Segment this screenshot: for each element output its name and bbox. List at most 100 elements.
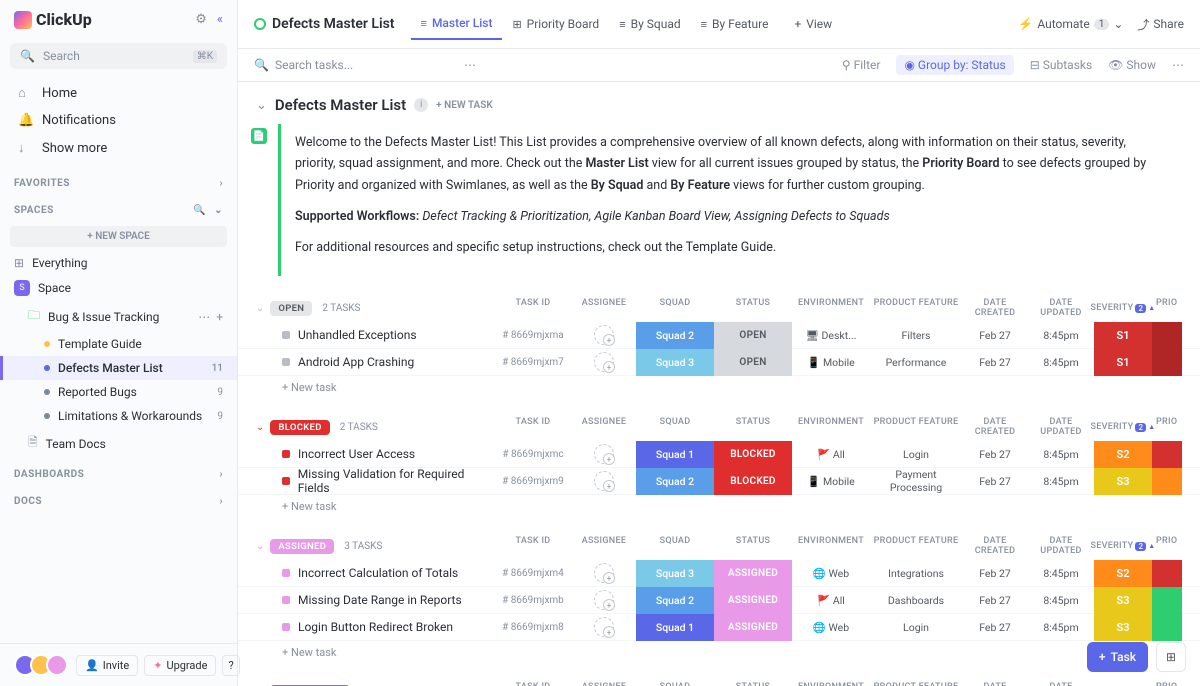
search-spaces-icon[interactable]: 🔍 [193, 205, 206, 216]
search-input[interactable]: 🔍 Search ⌘K [10, 43, 227, 69]
view-tab[interactable]: ≡By Squad [609, 8, 690, 40]
priority-cell[interactable] [1152, 614, 1182, 641]
more-icon[interactable]: ⋯ [198, 310, 210, 324]
assignee-cell[interactable] [572, 441, 636, 468]
share-button[interactable]: ⤴ Share [1137, 16, 1184, 33]
sidebar-list-item[interactable]: Limitations & Workarounds9 [0, 404, 237, 428]
environment-cell[interactable]: 📱 Mobile [792, 468, 870, 495]
feature-cell[interactable]: Performance [870, 349, 962, 376]
subtasks-button[interactable]: ⊟ Subtasks [1030, 58, 1092, 72]
squad-cell[interactable]: Squad 3 [636, 349, 714, 376]
sidebar-folder[interactable]: 🗀 Bug & Issue Tracking ⋯ + [0, 301, 237, 332]
groupby-button[interactable]: ◉ Group by: Status [896, 55, 1013, 75]
severity-cell[interactable]: S2 [1094, 560, 1152, 587]
environment-cell[interactable]: 🚩 All [792, 441, 870, 468]
new-space-button[interactable]: + NEW SPACE [10, 226, 227, 247]
severity-cell[interactable]: S1 [1094, 349, 1152, 376]
severity-cell[interactable]: S3 [1094, 468, 1152, 495]
task-row[interactable]: Incorrect Calculation of Totals # 8669mj… [238, 560, 1200, 587]
squad-cell[interactable]: Squad 3 [636, 560, 714, 587]
info-icon[interactable]: i [414, 98, 428, 112]
feature-cell[interactable]: Payment Processing [870, 468, 962, 495]
chevron-down-icon[interactable]: ⌄ [214, 205, 223, 216]
environment-cell[interactable]: 📱 Mobile [792, 349, 870, 376]
assignee-cell[interactable] [572, 587, 636, 614]
dashboards-section[interactable]: DASHBOARDS › [0, 459, 237, 486]
priority-cell[interactable] [1152, 349, 1182, 376]
sidebar-space[interactable]: S Space [0, 275, 237, 301]
collapse-sidebar-icon[interactable]: « [217, 12, 223, 27]
filter-button[interactable]: ⚲ Filter [842, 58, 881, 72]
feature-cell[interactable]: Filters [870, 322, 962, 349]
upgrade-button[interactable]: ✦Upgrade [144, 655, 216, 676]
avatar-stack[interactable] [14, 654, 68, 676]
environment-cell[interactable]: 🌐 Web [792, 560, 870, 587]
task-row[interactable]: Android App Crashing # 8669mjxm7 Squad 3… [238, 349, 1200, 376]
docs-section[interactable]: DOCS › [0, 486, 237, 513]
feature-cell[interactable]: Login [870, 441, 962, 468]
environment-cell[interactable]: 🖥 Deskt... [792, 322, 870, 349]
spaces-section[interactable]: SPACES 🔍 ⌄ [0, 195, 237, 222]
add-view-button[interactable]: +View [784, 9, 842, 39]
sidebar-nav-item[interactable]: ⌂Home [0, 79, 237, 107]
search-tasks-input[interactable]: 🔍 Search tasks... [254, 58, 454, 72]
collapse-group-icon[interactable]: ⌄ [256, 303, 264, 314]
severity-cell[interactable]: S3 [1094, 614, 1152, 641]
priority-cell[interactable] [1152, 468, 1182, 495]
view-tab[interactable]: ≡Master List [411, 8, 503, 40]
logo[interactable]: ClickUp [14, 10, 92, 29]
collapse-group-icon[interactable]: ⌄ [256, 422, 264, 433]
sidebar-list-item[interactable]: Template Guide [0, 332, 237, 356]
new-task-row[interactable]: + New task [238, 495, 1200, 518]
apps-fab[interactable]: ⊞ [1156, 642, 1186, 672]
environment-cell[interactable]: 🚩 All [792, 587, 870, 614]
status-cell[interactable]: OPEN [714, 322, 792, 349]
more-icon[interactable]: ⋯ [464, 58, 476, 72]
feature-cell[interactable]: Login [870, 614, 962, 641]
assignee-cell[interactable] [572, 468, 636, 495]
status-cell[interactable]: ASSIGNED [714, 614, 792, 641]
sidebar-everything[interactable]: ⊞ Everything [0, 251, 237, 275]
status-cell[interactable]: BLOCKED [714, 468, 792, 495]
sidebar-nav-item[interactable]: ↓Show more [0, 134, 237, 162]
status-cell[interactable]: ASSIGNED [714, 587, 792, 614]
assignee-cell[interactable] [572, 614, 636, 641]
task-row[interactable]: Login Button Redirect Broken # 8669mjxm8… [238, 614, 1200, 641]
severity-cell[interactable]: S2 [1094, 441, 1152, 468]
squad-cell[interactable]: Squad 2 [636, 322, 714, 349]
invite-button[interactable]: 👤Invite [76, 655, 138, 676]
collapse-icon[interactable]: ⌄ [256, 98, 267, 113]
feature-cell[interactable]: Integrations [870, 560, 962, 587]
new-task-row[interactable]: + New task [238, 641, 1200, 664]
status-cell[interactable]: OPEN [714, 349, 792, 376]
task-row[interactable]: Unhandled Exceptions # 8669mjxma Squad 2… [238, 322, 1200, 349]
priority-cell[interactable] [1152, 441, 1182, 468]
view-tab[interactable]: ⊞Priority Board [502, 8, 609, 40]
priority-cell[interactable] [1152, 560, 1182, 587]
status-cell[interactable]: ASSIGNED [714, 560, 792, 587]
sidebar-list-item[interactable]: Reported Bugs9 [0, 380, 237, 404]
new-task-button[interactable]: + NEW TASK [436, 100, 493, 111]
view-tab[interactable]: ≡By Feature [691, 8, 779, 40]
collapse-group-icon[interactable]: ⌄ [256, 541, 264, 552]
environment-cell[interactable]: 🌐 Web [792, 614, 870, 641]
squad-cell[interactable]: Squad 1 [636, 614, 714, 641]
sidebar-nav-item[interactable]: 🔔Notifications [0, 107, 237, 134]
favorites-section[interactable]: FAVORITES › [0, 168, 237, 195]
feature-cell[interactable]: Dashboards [870, 587, 962, 614]
task-row[interactable]: Incorrect User Access # 8669mjxmc Squad … [238, 441, 1200, 468]
add-icon[interactable]: + [216, 310, 223, 324]
priority-cell[interactable] [1152, 587, 1182, 614]
settings-icon[interactable]: ⚙ [195, 12, 207, 27]
group-status-pill[interactable]: BLOCKED [270, 420, 329, 435]
show-button[interactable]: 👁 Show [1108, 58, 1156, 72]
priority-cell[interactable] [1152, 322, 1182, 349]
new-task-row[interactable]: + New task [238, 376, 1200, 399]
severity-cell[interactable]: S1 [1094, 322, 1152, 349]
group-status-pill[interactable]: OPEN [270, 301, 312, 316]
squad-cell[interactable]: Squad 1 [636, 441, 714, 468]
assignee-cell[interactable] [572, 349, 636, 376]
group-status-pill[interactable]: ASSIGNED [270, 539, 334, 554]
task-row[interactable]: Missing Validation for Required Fields #… [238, 468, 1200, 495]
squad-cell[interactable]: Squad 2 [636, 468, 714, 495]
